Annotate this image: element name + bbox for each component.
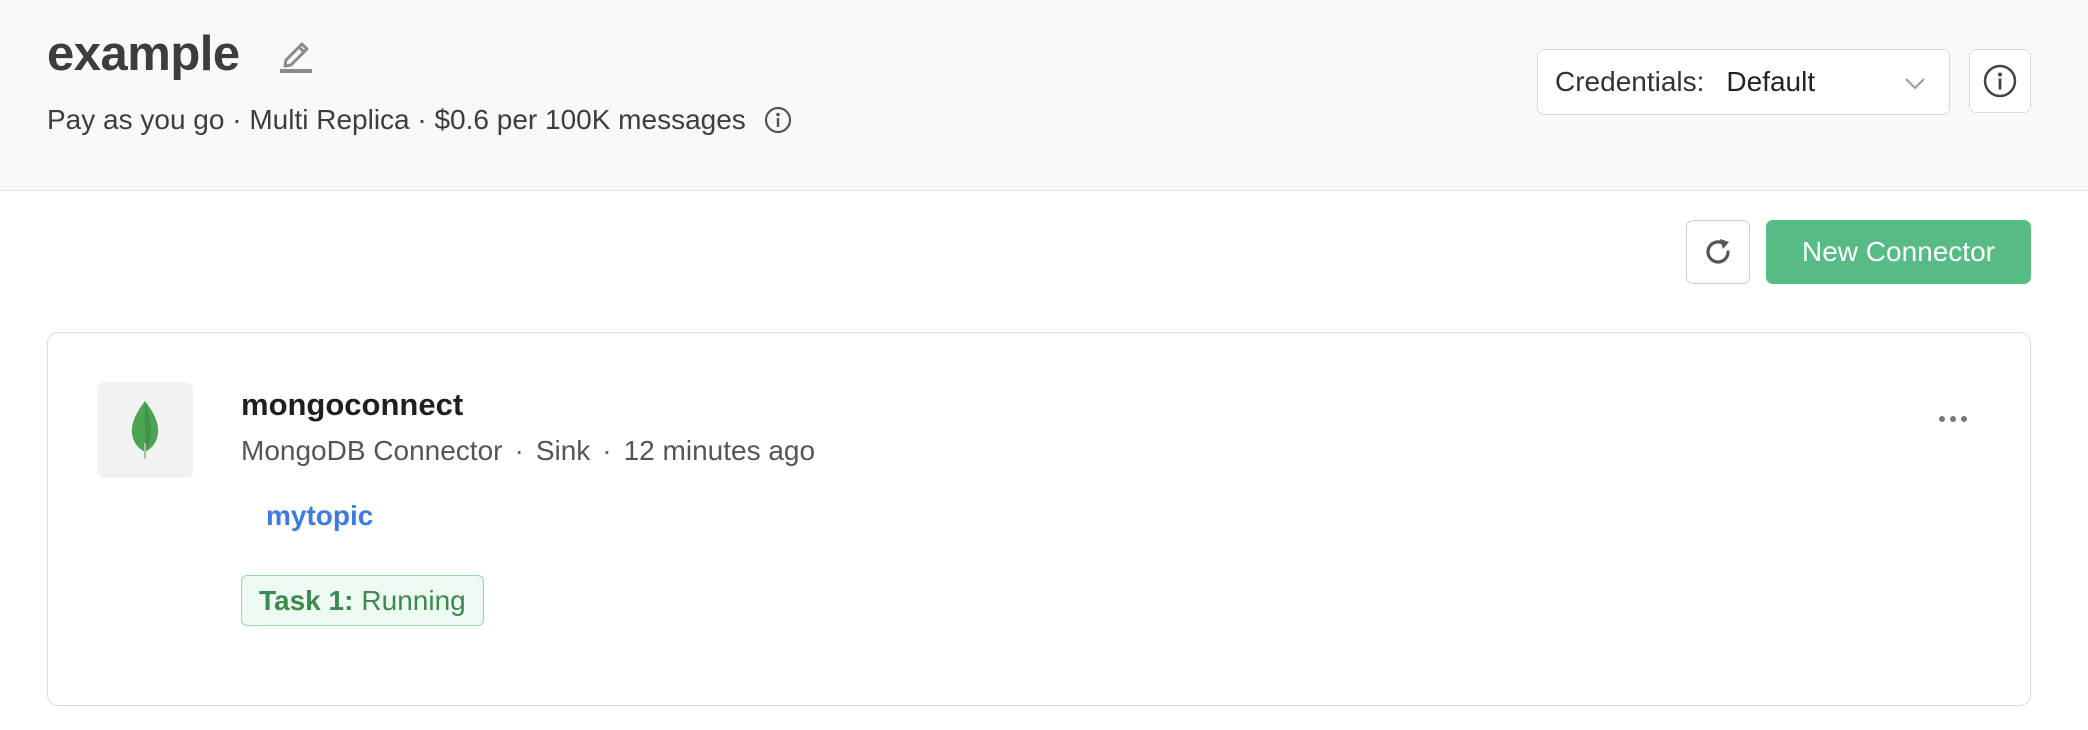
info-icon bbox=[764, 106, 791, 134]
info-icon bbox=[1983, 64, 2017, 98]
page-header: example Pay as you go · Multi Replica · … bbox=[0, 0, 2088, 191]
more-horizontal-icon bbox=[1939, 416, 1967, 422]
connector-type: MongoDB Connector bbox=[241, 435, 503, 466]
chevron-down-icon bbox=[1903, 70, 1927, 102]
meta-separator: · bbox=[602, 435, 612, 466]
plan-info-button[interactable] bbox=[764, 106, 792, 134]
topic-link[interactable]: mytopic bbox=[266, 500, 373, 532]
credentials-label: Credentials: bbox=[1555, 66, 1705, 97]
edit-title-button[interactable] bbox=[276, 34, 316, 74]
connector-meta: MongoDB Connector · Sink · 12 minutes ag… bbox=[241, 435, 815, 467]
credentials-value: Default bbox=[1726, 66, 1816, 97]
task-label: Task 1: bbox=[259, 584, 354, 616]
refresh-icon bbox=[1706, 239, 1730, 264]
connector-name[interactable]: mongoconnect bbox=[241, 387, 463, 423]
info-button[interactable] bbox=[1969, 49, 2031, 113]
connector-mode: Sink bbox=[535, 435, 591, 466]
page-title: example bbox=[47, 27, 240, 81]
plan-summary: Pay as you go · Multi Replica · $0.6 per… bbox=[47, 104, 792, 136]
connector-created: 12 minutes ago bbox=[623, 435, 816, 466]
connector-logo bbox=[97, 382, 193, 478]
mongodb-leaf-icon bbox=[131, 401, 159, 459]
new-connector-button[interactable]: New Connector bbox=[1766, 220, 2031, 284]
title-row: example bbox=[47, 26, 316, 82]
refresh-button[interactable] bbox=[1686, 220, 1750, 284]
connector-card: mongoconnect MongoDB Connector · Sink · … bbox=[47, 332, 2031, 706]
task-status: Running bbox=[361, 584, 466, 616]
meta-separator: · bbox=[514, 435, 524, 466]
plan-text: Pay as you go · Multi Replica · $0.6 per… bbox=[47, 104, 746, 135]
more-options-button[interactable] bbox=[1931, 405, 1975, 433]
pencil-icon bbox=[279, 42, 312, 73]
credentials-select[interactable]: Credentials: Default bbox=[1537, 49, 1950, 115]
task-status-badge: Task 1: Running bbox=[241, 575, 484, 626]
